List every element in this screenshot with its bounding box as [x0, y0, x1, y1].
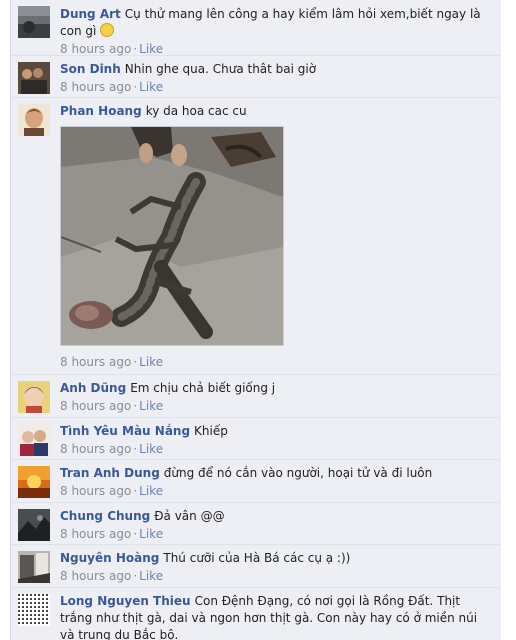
comment-author-link[interactable]: Son Dinh [60, 62, 121, 76]
monitor-lizard-photo[interactable] [60, 126, 284, 346]
avatar[interactable] [18, 6, 50, 38]
comment-item: Long Nguyen Thieu Con Đệnh Đạng, có nơi g… [11, 588, 501, 640]
meta-separator: · [133, 399, 138, 413]
like-link[interactable]: Like [139, 80, 163, 94]
comment-item: Tình Yêu Màu Nắng Khiếp 8 hours ago · Like [11, 418, 501, 460]
comment-item: Phan Hoang ky da hoa cac cu 8 hours ago … [11, 98, 501, 375]
comment-timestamp[interactable]: 8 hours ago [60, 399, 131, 413]
comment-meta: 8 hours ago · Like [60, 568, 493, 585]
comment-text: Đả vân @@ [154, 509, 225, 523]
comment-body: Chung Chung Đả vân @@ [60, 508, 493, 525]
like-link[interactable]: Like [139, 42, 163, 56]
comment-timestamp[interactable]: 8 hours ago [60, 484, 131, 498]
comment-timestamp[interactable]: 8 hours ago [60, 42, 131, 56]
comment-item: Anh Dũng Em chịu chả biết giống j 8 hours… [11, 375, 501, 418]
comment-meta: 8 hours ago · Like [60, 483, 493, 500]
comment-body: Tình Yêu Màu Nắng Khiếp [60, 423, 493, 440]
avatar[interactable] [18, 551, 50, 583]
comment-body: Long Nguyen Thieu Con Đệnh Đạng, có nơi g… [60, 593, 493, 640]
comment-body: Tran Anh Dung đừng để nó cắn vào người, h… [60, 465, 493, 482]
comment-meta: 8 hours ago · Like [60, 398, 493, 415]
comment-meta: 8 hours ago · Like [60, 79, 493, 96]
like-link[interactable]: Like [139, 484, 163, 498]
comment-body: Dung Art Cụ thử mang lên công a hay kiểm … [60, 6, 493, 40]
meta-separator: · [133, 80, 138, 94]
comment-text: Thú cưỡi của Hà Bá các cụ ạ :)) [163, 551, 351, 565]
page-margin [501, 0, 516, 640]
comment-text: Cụ thử mang lên công a hay kiểm lâm hỏi … [60, 7, 481, 38]
comment-thread: Dung Art Cụ thử mang lên công a hay kiểm … [10, 0, 502, 640]
comment-item: Tran Anh Dung đừng để nó cắn vào người, h… [11, 460, 501, 503]
meta-separator: · [133, 42, 138, 56]
avatar[interactable] [18, 509, 50, 541]
comment-author-link[interactable]: Tran Anh Dung [60, 466, 160, 480]
comment-timestamp[interactable]: 8 hours ago [60, 442, 131, 456]
comment-author-link[interactable]: Anh Dũng [60, 381, 126, 395]
comment-item: Chung Chung Đả vân @@ 8 hours ago · Like [11, 503, 501, 545]
comment-author-link[interactable]: Long Nguyen Thieu [60, 594, 191, 608]
avatar[interactable] [18, 381, 50, 413]
like-link[interactable]: Like [139, 569, 163, 583]
comment-meta: 8 hours ago · Like [60, 441, 493, 458]
comment-body: Son Dinh Nhin ghe qua. Chưa thât bai giờ [60, 61, 493, 78]
comment-meta: 8 hours ago · Like [60, 354, 493, 371]
comment-author-link[interactable]: Tình Yêu Màu Nắng [60, 424, 190, 438]
comment-text: Em chịu chả biết giống j [130, 381, 276, 395]
comment-text: ky da hoa cac cu [145, 104, 247, 118]
comment-author-link[interactable]: Nguyên Hoàng [60, 551, 159, 565]
avatar[interactable] [18, 62, 50, 94]
comment-timestamp[interactable]: 8 hours ago [60, 569, 131, 583]
avatar[interactable] [18, 104, 50, 136]
like-link[interactable]: Like [139, 355, 163, 369]
meta-separator: · [133, 484, 138, 498]
comment-timestamp[interactable]: 8 hours ago [60, 527, 131, 541]
comment-author-link[interactable]: Dung Art [60, 7, 121, 21]
comment-timestamp[interactable]: 8 hours ago [60, 355, 131, 369]
comment-author-link[interactable]: Chung Chung [60, 509, 150, 523]
comment-body: Anh Dũng Em chịu chả biết giống j [60, 380, 493, 397]
comment-meta: 8 hours ago · Like [60, 526, 493, 543]
comment-item: Nguyên Hoàng Thú cưỡi của Hà Bá các cụ ạ … [11, 545, 501, 588]
meta-separator: · [133, 569, 138, 583]
comment-text: đừng để nó cắn vào người, hoại tử và đi … [163, 466, 433, 480]
like-link[interactable]: Like [139, 442, 163, 456]
avatar[interactable] [18, 424, 50, 456]
comment-timestamp[interactable]: 8 hours ago [60, 80, 131, 94]
comment-item: Son Dinh Nhin ghe qua. Chưa thât bai giờ … [11, 56, 501, 98]
comment-body: Phan Hoang ky da hoa cac cu [60, 103, 493, 120]
like-link[interactable]: Like [139, 399, 163, 413]
avatar[interactable] [18, 466, 50, 498]
comment-item: Dung Art Cụ thử mang lên công a hay kiểm … [11, 0, 501, 56]
like-link[interactable]: Like [139, 527, 163, 541]
meta-separator: · [133, 527, 138, 541]
confused-face-emoji [100, 23, 115, 37]
avatar[interactable] [18, 594, 50, 626]
comment-text: Khiếp [194, 424, 228, 438]
meta-separator: · [133, 355, 138, 369]
comment-text: Nhin ghe qua. Chưa thât bai giờ [124, 62, 317, 76]
meta-separator: · [133, 442, 138, 456]
comment-body: Nguyên Hoàng Thú cưỡi của Hà Bá các cụ ạ … [60, 550, 493, 567]
comment-author-link[interactable]: Phan Hoang [60, 104, 142, 118]
